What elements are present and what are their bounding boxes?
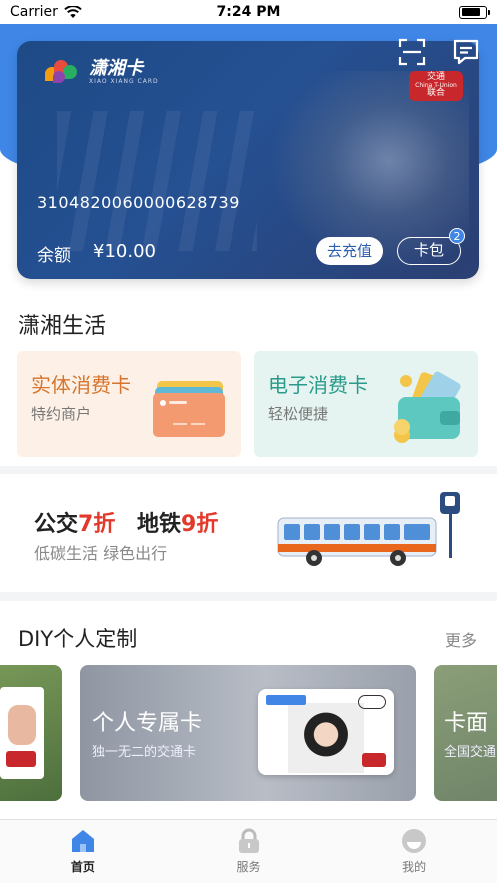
brand-name: 潇湘卡 [89,57,143,79]
diy-card-next-title: 卡面 [444,711,489,736]
diy-section-title: DIY个人定制 [18,627,138,651]
header-actions [397,37,481,67]
diy-card-next-subtitle: 全国交通 [444,745,497,760]
tab-profile-label: 我的 [402,860,427,874]
bus-label: 公交 [34,512,79,537]
diy-section: DIY个人定制 更多 个人专属卡 独一无二的交通卡 卡面 全国交通 [0,601,497,819]
discount-headline: 公交7折 地铁9折 [34,506,218,538]
tab-home-label: 首页 [70,860,95,874]
physical-card-subtitle: 特约商户 [31,405,92,423]
life-section-title: 潇湘生活 [18,314,107,339]
bottom-tab-bar: 首页 服务 我的 [0,819,497,883]
t-union-line-3: 联合 [426,88,445,99]
diy-card-subtitle: 独一无二的交通卡 [92,745,197,760]
diy-card-previous[interactable] [0,665,62,801]
balance-value: ¥10.00 [93,241,156,262]
cute-sticker [358,695,386,709]
balance-label: 余额 [37,246,71,266]
home-icon [71,830,94,852]
diy-card-previous-thumb [0,687,44,779]
transit-card[interactable]: 潇湘卡 XIAO XIANG CARD 交通 China T-Union 联合 … [17,41,479,279]
digital-card-entry[interactable]: 电子消费卡 轻松便捷 [254,351,478,457]
card-stack-icon [153,381,225,437]
digital-card-subtitle: 轻松便捷 [268,405,329,423]
battery-icon [459,5,490,19]
lock-service-icon [238,828,259,853]
diy-card-next[interactable]: 卡面 全国交通 [434,665,497,801]
physical-card-title: 实体消费卡 [31,373,131,397]
scan-icon[interactable] [397,37,427,67]
custom-card-photo [288,703,364,773]
brand-flower-icon [41,57,85,87]
status-bar: Carrier 7:24 PM [0,0,497,24]
diy-card-title: 个人专属卡 [92,711,203,736]
metro-label: 地铁 [137,512,182,537]
brand-subtitle: XIAO XIANG CARD [89,77,159,85]
digital-card-title: 电子消费卡 [268,373,368,397]
message-icon[interactable] [451,37,481,67]
custom-card-preview [258,689,394,775]
calligraphy-decoration [57,111,257,251]
tab-home[interactable]: 首页 [0,820,166,883]
t-union-badge: 交通 China T-Union 联合 [409,71,463,101]
discount-banner[interactable]: 公交7折 地铁9折 低碳生活 绿色出行 [0,474,497,592]
physical-card-entry[interactable]: 实体消费卡 特约商户 [17,351,241,457]
tab-profile[interactable]: 我的 [331,820,497,883]
wallet-icon [394,371,461,443]
diy-more-link[interactable]: 更多 [445,627,477,651]
tab-service[interactable]: 服务 [166,820,332,883]
carrier-label: Carrier [10,4,58,20]
tab-service-label: 服务 [236,860,261,874]
status-time: 7:24 PM [216,4,281,20]
mini-t-union-badge [362,753,386,767]
profile-icon [402,829,427,853]
card-brand-logo: 潇湘卡 XIAO XIANG CARD [41,57,159,87]
metro-discount: 9折 [181,512,219,537]
diy-card-personal[interactable]: 个人专属卡 独一无二的交通卡 [80,665,416,801]
life-section: 潇湘生活 实体消费卡 特约商户 电子消费卡 轻松便捷 [0,294,497,466]
wifi-icon [64,5,82,18]
recharge-button[interactable]: 去充值 [315,237,383,265]
wallet-count-badge: 2 [449,228,465,244]
mini-brand-logo [266,695,306,705]
bus-discount: 7折 [78,512,116,537]
card-number: 3104820060000628739 [37,193,240,212]
discount-subtitle: 低碳生活 绿色出行 [34,544,168,563]
bus-illustration [277,492,460,566]
